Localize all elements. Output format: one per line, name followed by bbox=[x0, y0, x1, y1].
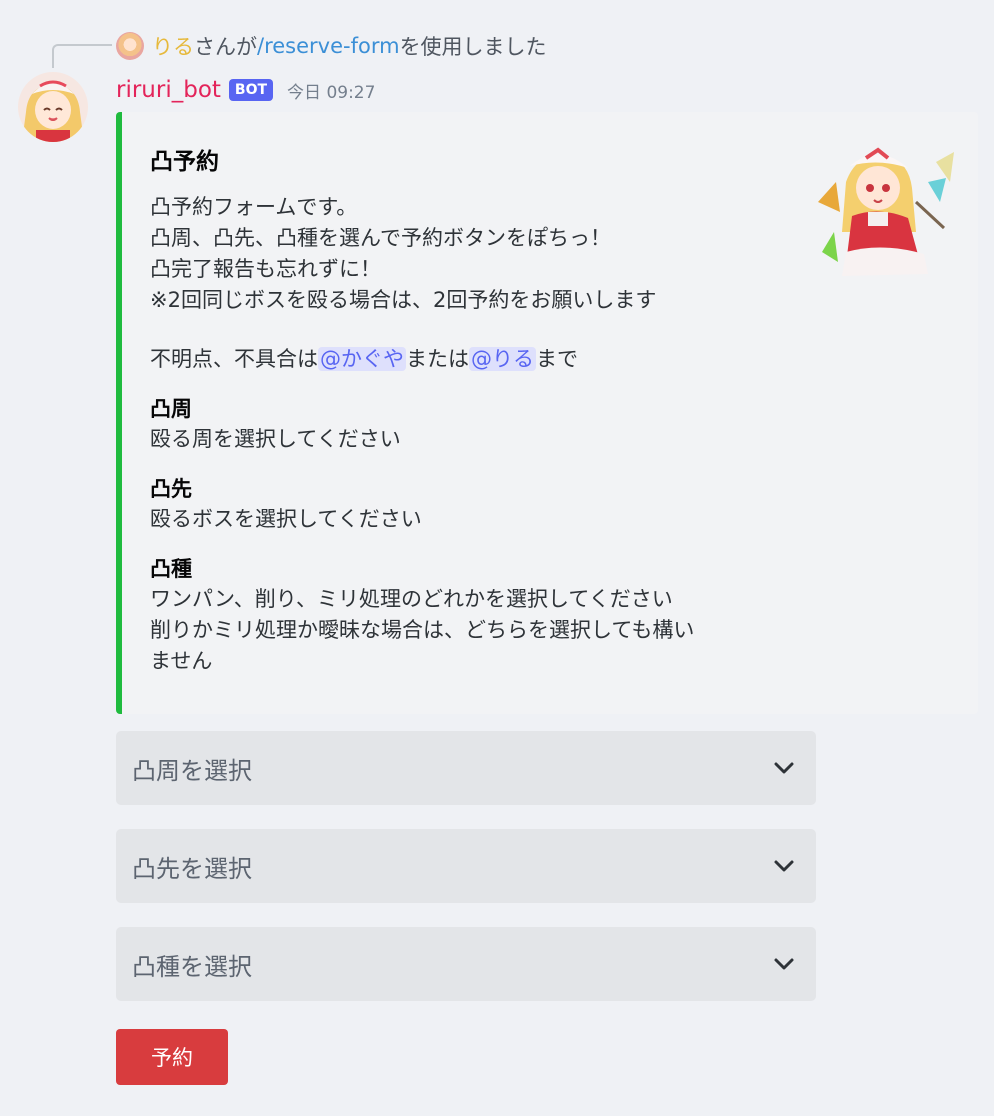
replied-user-name[interactable]: りる bbox=[152, 31, 194, 61]
embed-field-target: 凸先 殴るボスを選択してください bbox=[150, 474, 800, 535]
field-value: ません bbox=[150, 649, 213, 673]
field-value: 殴る周を選択してください bbox=[150, 427, 401, 451]
description-line: ※2回同じボスを殴る場合は、2回予約をお願いします bbox=[150, 288, 657, 312]
select-target-placeholder: 凸先を選択 bbox=[132, 854, 252, 883]
bot-avatar[interactable] bbox=[18, 72, 88, 142]
chevron-down-icon bbox=[774, 958, 794, 970]
reply-connector bbox=[52, 44, 112, 68]
chevron-down-icon bbox=[774, 860, 794, 872]
contact-line: 不明点、不具合は@かぐやまたは@りるまで bbox=[150, 344, 790, 375]
message-timestamp[interactable]: 今日 09:27 bbox=[287, 78, 375, 103]
mention-riru[interactable]: @りる bbox=[469, 347, 536, 371]
contact-middle: または bbox=[406, 347, 469, 371]
reply-text-before: さんが bbox=[194, 35, 257, 59]
description-line: 凸完了報告も忘れずに！ bbox=[150, 257, 381, 281]
embed-title: 凸予約 bbox=[150, 149, 219, 175]
mention-kaguya[interactable]: @かぐや bbox=[318, 347, 406, 371]
description-line: 凸周、凸先、凸種を選んで予約ボタンをぽちっ！ bbox=[150, 226, 611, 250]
select-type[interactable]: 凸種を選択 bbox=[116, 927, 816, 1001]
bot-badge: BOT bbox=[228, 79, 274, 101]
field-name: 凸周 bbox=[150, 397, 192, 421]
select-type-placeholder: 凸種を選択 bbox=[132, 952, 252, 981]
contact-suffix: まで bbox=[536, 347, 578, 371]
field-name: 凸先 bbox=[150, 477, 192, 501]
chevron-down-icon bbox=[774, 762, 794, 774]
description-line: 凸予約フォームです。 bbox=[150, 195, 358, 219]
replied-user-avatar[interactable] bbox=[116, 32, 144, 60]
reply-text-after: を使用しました bbox=[399, 35, 547, 59]
command-reply-line: りる さんが /reserve-form を使用しました bbox=[116, 32, 547, 60]
field-value: ワンパン、削り、ミリ処理のどれかを選択してください bbox=[150, 587, 673, 611]
embed-description: 凸予約フォームです。 凸周、凸先、凸種を選んで予約ボタンをぽちっ！ 凸完了報告も… bbox=[150, 192, 790, 375]
embed-card: 凸予約 凸予約フォームです。 凸周、凸先、凸種を選んで予約ボタンをぽちっ！ 凸完… bbox=[116, 112, 978, 714]
field-value: 殴るボスを選択してください bbox=[150, 507, 422, 531]
message-header: riruri_bot BOT 今日 09:27 bbox=[116, 74, 375, 106]
field-value: 削りかミリ処理か曖昧な場合は、どちらを選択しても構い bbox=[150, 618, 695, 642]
select-round-placeholder: 凸周を選択 bbox=[132, 756, 252, 785]
field-name: 凸種 bbox=[150, 557, 192, 581]
embed-field-type: 凸種 ワンパン、削り、ミリ処理のどれかを選択してください 削りかミリ処理か曖昧な… bbox=[150, 554, 800, 677]
contact-prefix: 不明点、不具合は bbox=[150, 347, 318, 371]
select-target[interactable]: 凸先を選択 bbox=[116, 829, 816, 903]
embed-thumbnail[interactable] bbox=[816, 142, 956, 282]
reserve-button[interactable]: 予約 bbox=[116, 1029, 228, 1085]
select-round[interactable]: 凸周を選択 bbox=[116, 731, 816, 805]
embed-field-round: 凸周 殴る周を選択してください bbox=[150, 394, 800, 455]
bot-username[interactable]: riruri_bot bbox=[116, 77, 221, 103]
command-name[interactable]: /reserve-form bbox=[257, 34, 400, 58]
